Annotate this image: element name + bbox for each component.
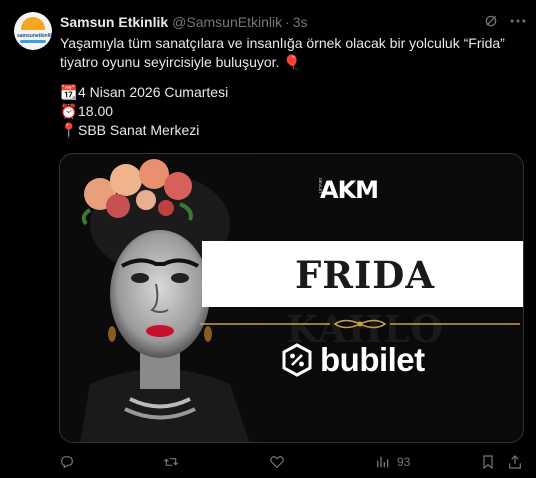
reply-button[interactable] — [59, 451, 75, 473]
ornament-divider — [200, 319, 520, 329]
bookmark-icon — [483, 455, 493, 470]
retweet-button[interactable] — [163, 451, 179, 473]
action-bar: 93 — [59, 451, 529, 473]
tweet-card[interactable]: samsunetkinlik Samsun Etkinlik @SamsunEt… — [0, 0, 536, 478]
reply-icon — [61, 456, 73, 469]
event-date-text: 4 Nisan 2026 Cumartesi — [78, 84, 229, 100]
tweet-text-line-2: tiyatro oyunu seyircisiyle buluşuyor. 🎈 — [60, 54, 301, 70]
avatar[interactable]: samsunetkinlik — [14, 12, 52, 50]
pin-icon: 📍 — [60, 122, 78, 138]
separator: · — [285, 14, 290, 30]
tweet-text: Yaşamıyla tüm sanatçılara ve insanlığa ö… — [60, 34, 520, 140]
event-hour: ⏰18.00 — [60, 102, 520, 121]
like-icon — [270, 456, 284, 469]
more-icon[interactable] — [508, 11, 528, 31]
brand-top-logo: AKM — [320, 176, 379, 204]
play-title: FRIDA KAHLO — [286, 253, 444, 351]
calendar-icon: 📆 — [60, 84, 78, 100]
event-hour-text: 18.00 — [78, 103, 114, 119]
share-icon — [509, 455, 521, 469]
event-venue-text: SBB Sanat Merkezi — [78, 122, 200, 138]
avatar-sun — [21, 17, 45, 30]
share-button[interactable] — [507, 451, 523, 473]
timestamp[interactable]: 3s — [293, 14, 308, 30]
sponsor-logo: bubilet — [280, 340, 425, 380]
display-name[interactable]: Samsun Etkinlik — [60, 14, 168, 30]
bookmark-button[interactable] — [480, 451, 496, 473]
event-venue: 📍SBB Sanat Merkezi — [60, 121, 520, 140]
bubilet-icon — [282, 343, 312, 377]
media-image[interactable]: DEVLET AKM FRIDA KAHLO bubilet — [59, 153, 524, 443]
sponsor-name: bubilet — [320, 341, 425, 378]
tweet-header: Samsun Etkinlik @SamsunEtkinlik · 3s — [60, 13, 308, 31]
views-count: 93 — [397, 455, 411, 469]
event-date: 📆4 Nisan 2026 Cumartesi — [60, 83, 520, 102]
alarm-clock-icon: ⏰ — [60, 103, 78, 119]
retweet-icon — [163, 458, 179, 466]
tweet-text-line-1: Yaşamıyla tüm sanatçılara ve insanlığa ö… — [60, 35, 505, 51]
avatar-wave — [20, 40, 46, 43]
like-button[interactable] — [269, 451, 285, 473]
views-icon — [377, 456, 389, 468]
avatar-logo-text: samsunetkinlik — [17, 33, 52, 39]
user-handle[interactable]: @SamsunEtkinlik — [172, 14, 282, 30]
grok-icon[interactable] — [484, 14, 498, 28]
views-button[interactable]: 93 — [375, 451, 410, 473]
